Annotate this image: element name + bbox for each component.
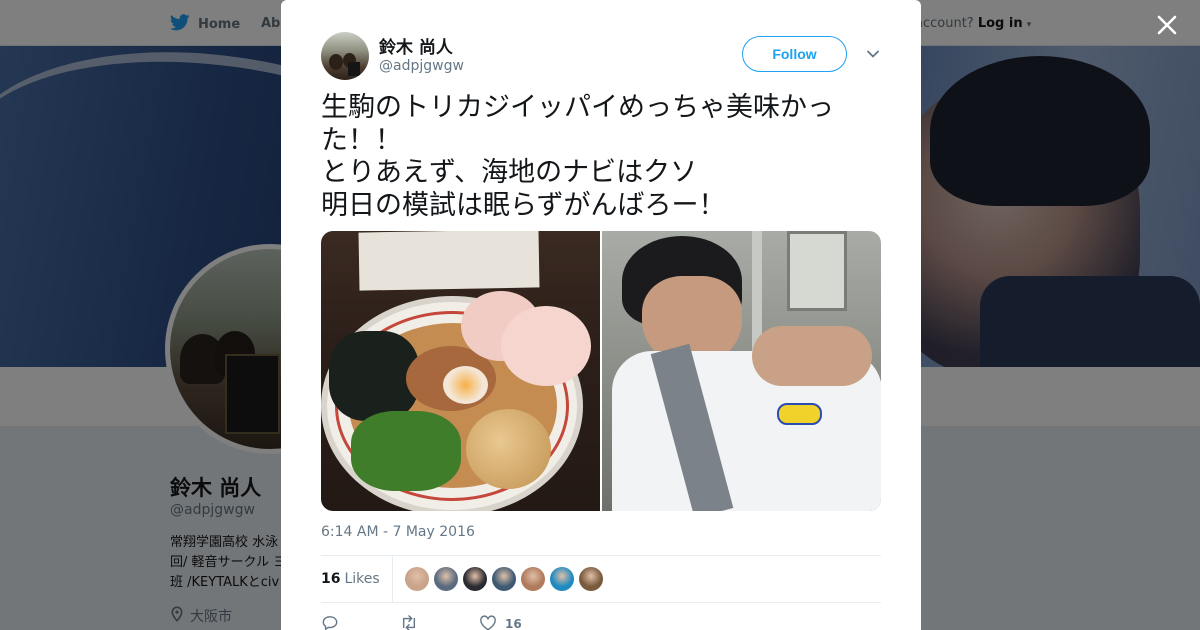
tweet-photo-sleeping-student[interactable] xyxy=(602,231,881,511)
tweet-author-handle[interactable]: @adpjgwgw xyxy=(379,58,464,74)
heart-icon xyxy=(479,614,497,630)
liker-avatar[interactable] xyxy=(433,567,458,591)
likers-avatars xyxy=(393,567,603,591)
divider xyxy=(321,602,881,603)
liker-avatar[interactable] xyxy=(520,567,545,591)
tweet-author-avatar[interactable] xyxy=(321,32,369,80)
tweet-text-line: た！！ xyxy=(321,124,402,156)
liker-avatar[interactable] xyxy=(578,567,603,591)
reply-button[interactable] xyxy=(321,615,339,630)
like-action-count: 16 xyxy=(505,617,522,630)
retweet-button[interactable] xyxy=(399,614,419,630)
follow-button[interactable]: Follow xyxy=(742,36,847,72)
tweet-photo-ramen[interactable] xyxy=(321,231,600,511)
chevron-down-icon[interactable] xyxy=(865,46,881,62)
like-button[interactable]: 16 xyxy=(479,614,522,630)
tweet-media xyxy=(321,231,881,511)
retweet-icon xyxy=(399,614,419,630)
tweet-stats: 16 Likes xyxy=(321,556,881,602)
likes-label: Likes xyxy=(344,571,380,587)
close-icon[interactable] xyxy=(1154,12,1180,38)
reply-icon xyxy=(321,615,339,630)
tweet-text: 生駒のトリカジイッパイめっちゃ美味かっ た！！ とりあえず、海地のナビはクソ 明… xyxy=(321,92,881,222)
tweet-timestamp[interactable]: 6:14 AM - 7 May 2016 xyxy=(321,524,475,540)
likes-count: 16 xyxy=(321,571,341,587)
tweet-text-line: 生駒のトリカジイッパイめっちゃ美味かっ xyxy=(321,92,834,123)
tweet-modal: 鈴木 尚人 @adpjgwgw Follow 生駒のトリカジイッパイめっちゃ美味… xyxy=(281,0,921,630)
liker-avatar[interactable] xyxy=(549,567,574,591)
tweet-author-name[interactable]: 鈴木 尚人 xyxy=(379,33,453,58)
tweet-text-line: とりあえず、海地のナビはクソ xyxy=(321,157,698,188)
liker-avatar[interactable] xyxy=(491,567,516,591)
liker-avatar[interactable] xyxy=(404,567,429,591)
tweet-text-line: 明日の模試は眠らずがんばろー！ xyxy=(321,189,726,221)
likes-stat[interactable]: 16 Likes xyxy=(321,556,393,602)
tweet-actions: 16 xyxy=(321,612,881,630)
liker-avatar[interactable] xyxy=(462,567,487,591)
